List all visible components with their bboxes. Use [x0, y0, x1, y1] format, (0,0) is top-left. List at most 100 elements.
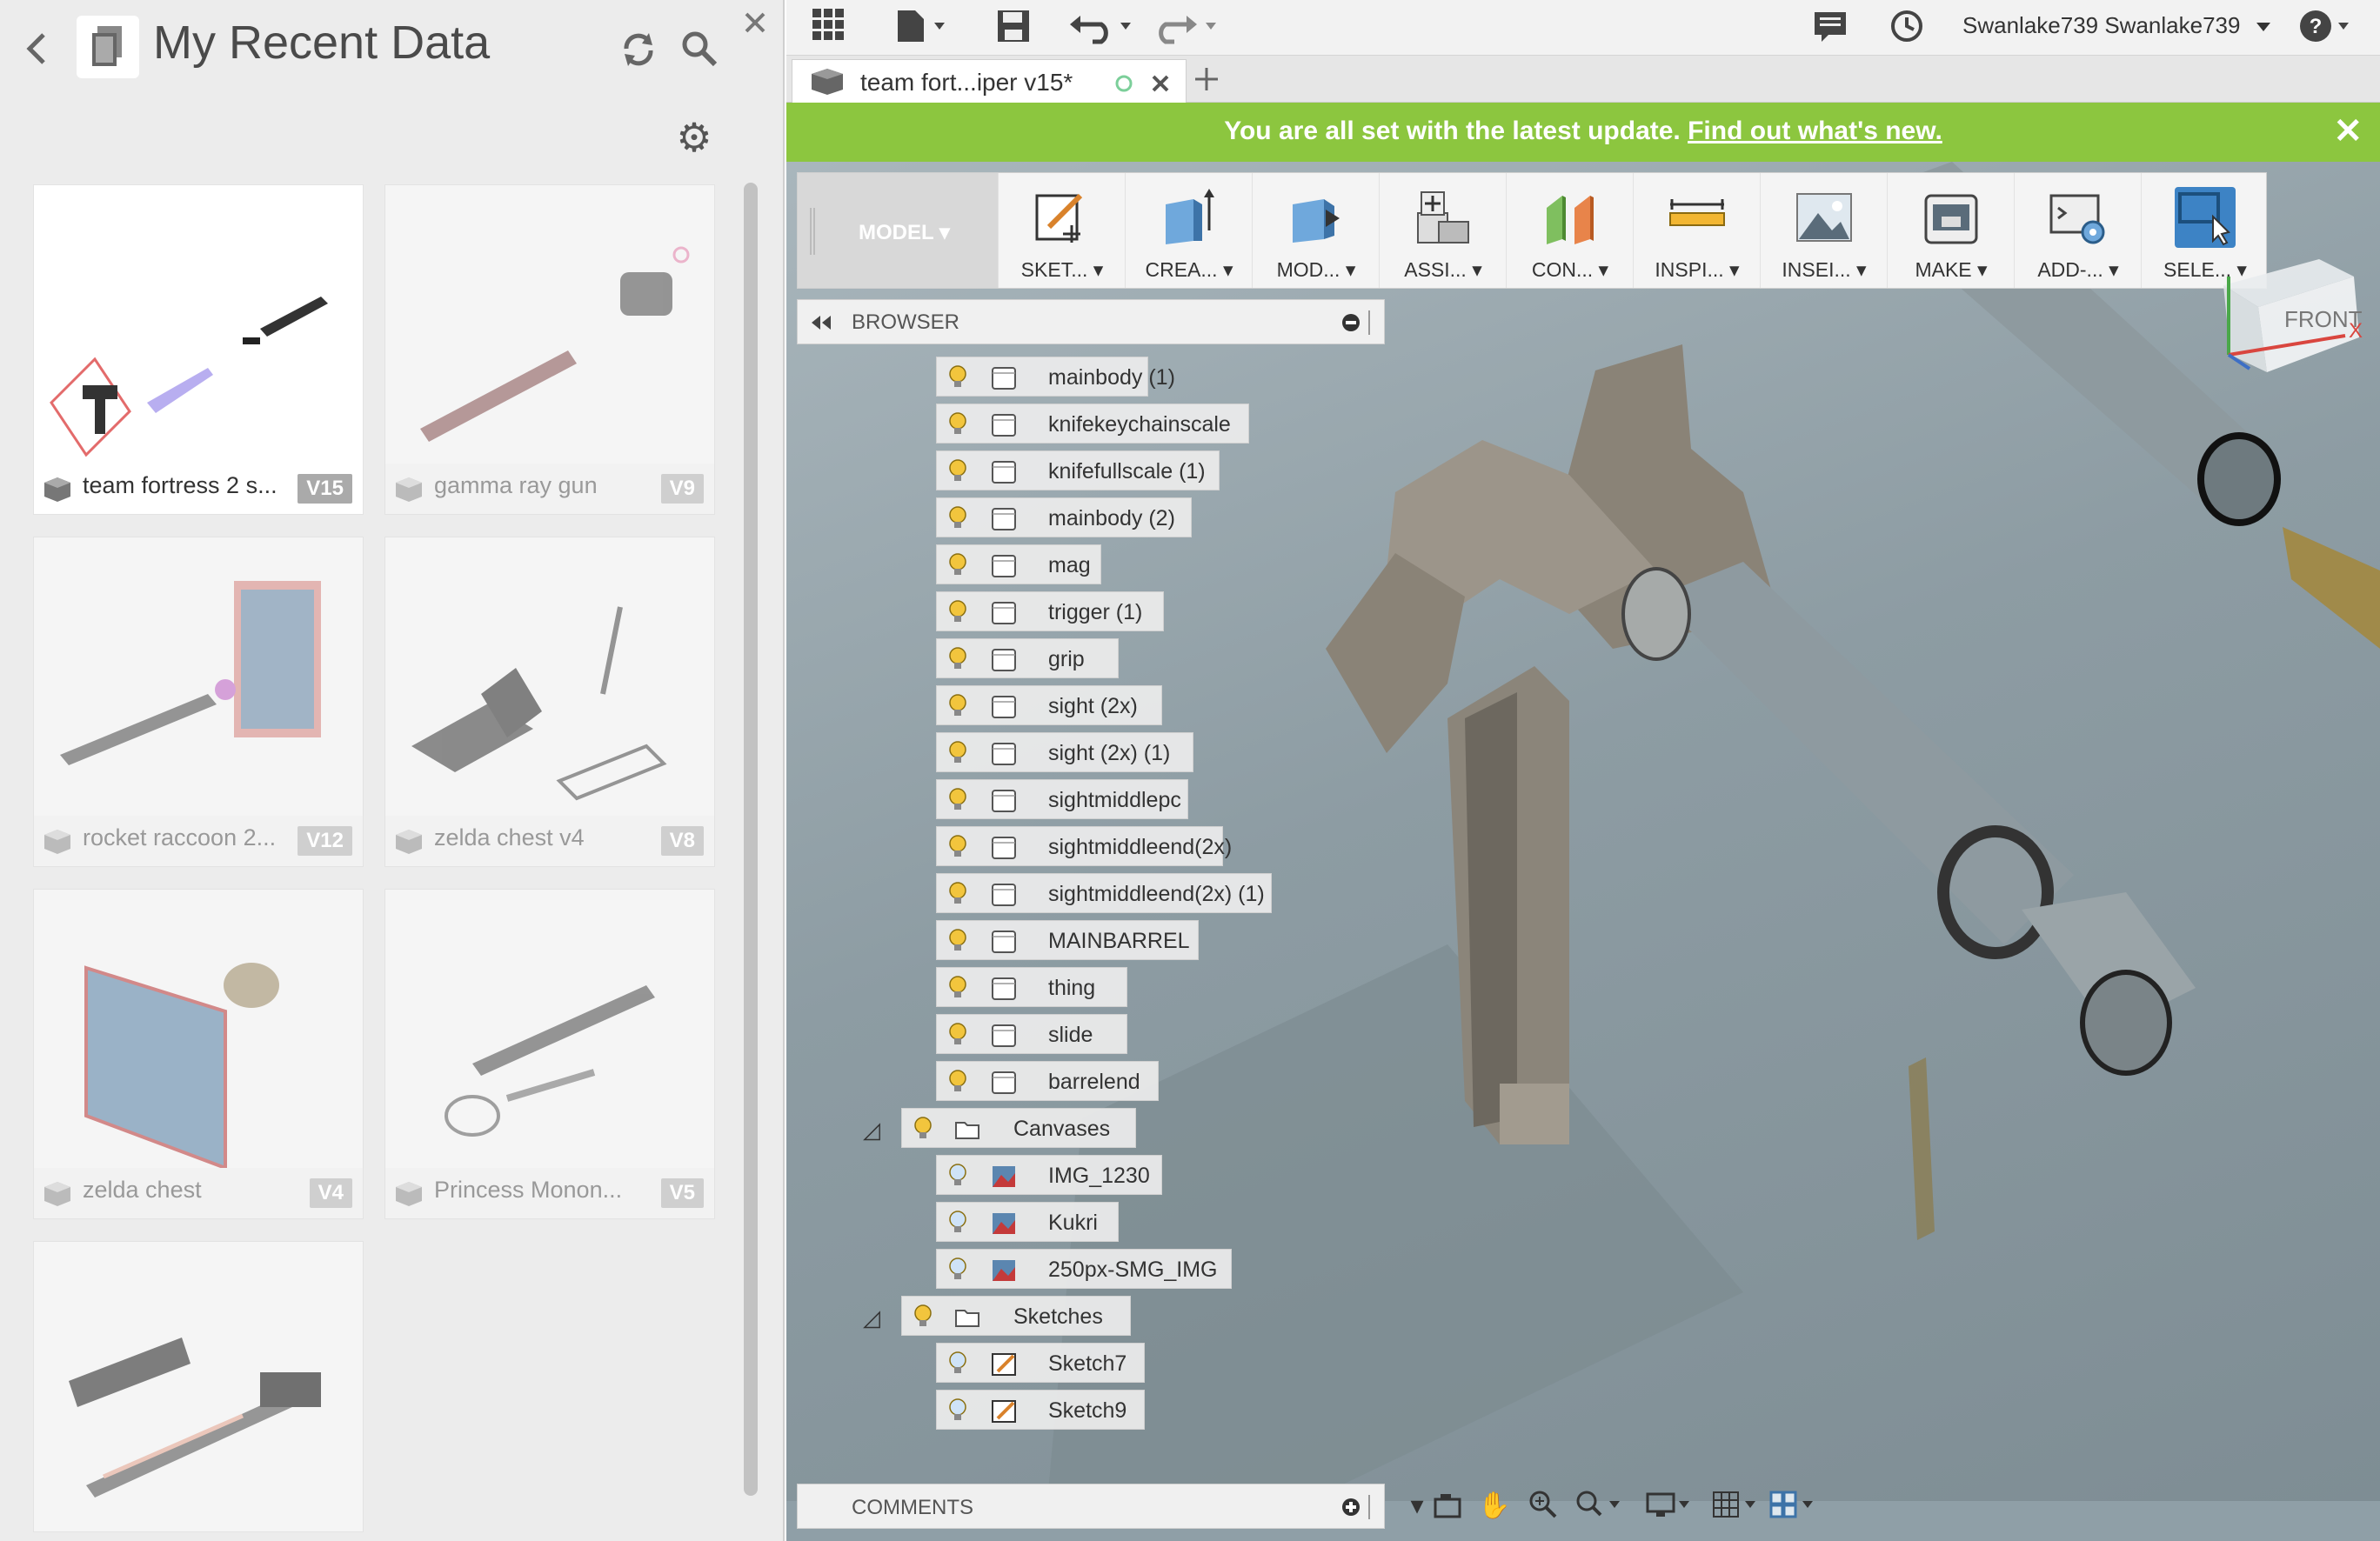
- app-grid-icon[interactable]: [807, 7, 849, 49]
- camera-icon[interactable]: [1430, 1489, 1465, 1524]
- browser-canvas-item[interactable]: Kukri: [936, 1202, 1119, 1242]
- search-icon[interactable]: [675, 24, 724, 73]
- design-card[interactable]: Princess Monon... V5: [384, 889, 715, 1219]
- browser-body-item[interactable]: trigger (1): [936, 591, 1164, 631]
- visibility-bulb-icon[interactable]: [946, 1398, 970, 1424]
- browser-body-item[interactable]: sightmiddlepc: [936, 779, 1188, 819]
- browser-panel-header[interactable]: BROWSER: [797, 299, 1385, 344]
- expand-triangle-icon[interactable]: ◿: [863, 1304, 886, 1331]
- modify-button[interactable]: MOD... ▾: [1252, 173, 1379, 288]
- create-button[interactable]: CREA... ▾: [1125, 173, 1252, 288]
- insert-button[interactable]: INSEI... ▾: [1760, 173, 1887, 288]
- visibility-bulb-icon[interactable]: [946, 1210, 970, 1236]
- display-settings-icon[interactable]: [1644, 1489, 1696, 1524]
- browser-body-item[interactable]: mag: [936, 544, 1101, 584]
- visibility-bulb-icon[interactable]: [946, 1351, 970, 1377]
- tab-active-document[interactable]: team fort...iper v15*: [792, 59, 1187, 103]
- visibility-bulb-icon[interactable]: [946, 1069, 970, 1095]
- browser-sketch-item[interactable]: Sketch9: [936, 1390, 1145, 1430]
- clock-icon[interactable]: [1886, 7, 1928, 49]
- comments-resize-handle[interactable]: [1368, 1495, 1372, 1519]
- design-card[interactable]: rocket raccoon 2... V12: [33, 537, 364, 867]
- back-icon[interactable]: [19, 24, 54, 73]
- visibility-bulb-icon[interactable]: [946, 552, 970, 578]
- viewports-icon[interactable]: [1768, 1489, 1820, 1524]
- add-comment-icon[interactable]: [1340, 1497, 1361, 1518]
- close-banner-icon[interactable]: ✕: [2333, 111, 2363, 151]
- orbit-menu-icon[interactable]: ▾: [1404, 1489, 1430, 1524]
- browser-canvas-item[interactable]: IMG_1230: [936, 1155, 1162, 1195]
- inspect-button[interactable]: INSPI... ▾: [1633, 173, 1760, 288]
- file-menu-icon[interactable]: [892, 7, 953, 49]
- banner-link[interactable]: Find out what's new.: [1688, 117, 1942, 145]
- browser-body-item[interactable]: sight (2x): [936, 685, 1162, 725]
- visibility-bulb-icon[interactable]: [946, 881, 970, 907]
- construct-button[interactable]: CON... ▾: [1506, 173, 1633, 288]
- visibility-bulb-icon[interactable]: [946, 1163, 970, 1189]
- visibility-bulb-icon[interactable]: [946, 928, 970, 954]
- new-tab-icon[interactable]: [1192, 64, 1221, 94]
- visibility-bulb-icon[interactable]: [946, 646, 970, 672]
- browser-canvas-item[interactable]: 250px-SMG_IMG: [936, 1249, 1232, 1289]
- browser-body-item[interactable]: mainbody (1): [936, 357, 1175, 397]
- sketch-button[interactable]: SKET... ▾: [998, 173, 1125, 288]
- design-card[interactable]: zelda chest v4 V8: [384, 537, 715, 867]
- browser-folder-sketches[interactable]: Sketches: [901, 1296, 1131, 1336]
- addins-button[interactable]: ADD-... ▾: [2014, 173, 2141, 288]
- browser-sketch-item[interactable]: Sketch7: [936, 1343, 1145, 1383]
- browser-body-item[interactable]: barrelend: [936, 1061, 1159, 1101]
- close-panel-icon[interactable]: [736, 3, 774, 42]
- design-card[interactable]: [33, 1241, 364, 1532]
- design-card[interactable]: gamma ray gun V9: [384, 184, 715, 515]
- browser-body-item[interactable]: slide: [936, 1014, 1127, 1054]
- assemble-button[interactable]: ASSI... ▾: [1379, 173, 1506, 288]
- visibility-bulb-icon[interactable]: [946, 599, 970, 625]
- visibility-bulb-icon[interactable]: [946, 364, 970, 390]
- browser-body-item[interactable]: sightmiddleend(2x): [936, 826, 1232, 866]
- user-menu-chevron-icon[interactable]: [2253, 7, 2274, 49]
- visibility-bulb-icon[interactable]: [946, 740, 970, 766]
- redo-icon[interactable]: [1152, 7, 1221, 49]
- toolbar-grip-icon[interactable]: [810, 208, 815, 255]
- browser-folder-canvases[interactable]: Canvases: [901, 1108, 1136, 1148]
- browser-minimize-icon[interactable]: [1340, 312, 1361, 333]
- design-card[interactable]: team fortress 2 s... V15: [33, 184, 364, 515]
- browser-body-item[interactable]: grip: [936, 638, 1119, 678]
- left-panel-scrollbar[interactable]: [744, 183, 758, 1496]
- visibility-bulb-icon[interactable]: [946, 1257, 970, 1283]
- workspace-switcher[interactable]: MODEL ▾: [798, 173, 998, 288]
- browser-body-item[interactable]: sight (2x) (1): [936, 732, 1193, 772]
- visibility-bulb-icon[interactable]: [946, 693, 970, 719]
- browser-body-item[interactable]: sightmiddleend(2x) (1): [936, 873, 1272, 913]
- visibility-bulb-icon[interactable]: [911, 1116, 935, 1142]
- refresh-icon[interactable]: [614, 24, 663, 73]
- visibility-bulb-icon[interactable]: [946, 411, 970, 437]
- visibility-bulb-icon[interactable]: [946, 1022, 970, 1048]
- browser-body-item[interactable]: knifefullscale (1): [936, 450, 1220, 490]
- pan-hand-icon[interactable]: ✋: [1477, 1489, 1512, 1524]
- undo-icon[interactable]: [1066, 7, 1136, 49]
- visibility-bulb-icon[interactable]: [946, 458, 970, 484]
- job-status-icon[interactable]: [1809, 7, 1851, 49]
- close-tab-icon[interactable]: [1149, 72, 1172, 95]
- fit-zoom-icon[interactable]: [1574, 1489, 1627, 1524]
- comments-panel-header[interactable]: COMMENTS: [797, 1484, 1385, 1529]
- browser-body-item[interactable]: MAINBARREL: [936, 920, 1199, 960]
- save-icon[interactable]: [992, 7, 1035, 49]
- design-card[interactable]: zelda chest V4: [33, 889, 364, 1219]
- settings-gear-icon[interactable]: ⚙: [670, 113, 719, 162]
- expand-triangle-icon[interactable]: ◿: [863, 1117, 886, 1143]
- make-button[interactable]: MAKE ▾: [1887, 173, 2014, 288]
- visibility-bulb-icon[interactable]: [946, 505, 970, 531]
- collapse-browser-icon[interactable]: [808, 312, 834, 333]
- visibility-bulb-icon[interactable]: [946, 787, 970, 813]
- grid-settings-icon[interactable]: [1710, 1489, 1762, 1524]
- browser-resize-handle[interactable]: [1368, 310, 1372, 335]
- zoom-icon[interactable]: [1526, 1489, 1561, 1524]
- view-cube[interactable]: FRONT X: [2189, 224, 2363, 372]
- visibility-bulb-icon[interactable]: [946, 834, 970, 860]
- help-icon[interactable]: ?: [2296, 7, 2357, 49]
- browser-body-item[interactable]: thing: [936, 967, 1127, 1007]
- browser-body-item[interactable]: mainbody (2): [936, 497, 1192, 537]
- user-account-menu[interactable]: Swanlake739 Swanlake739: [1962, 12, 2240, 39]
